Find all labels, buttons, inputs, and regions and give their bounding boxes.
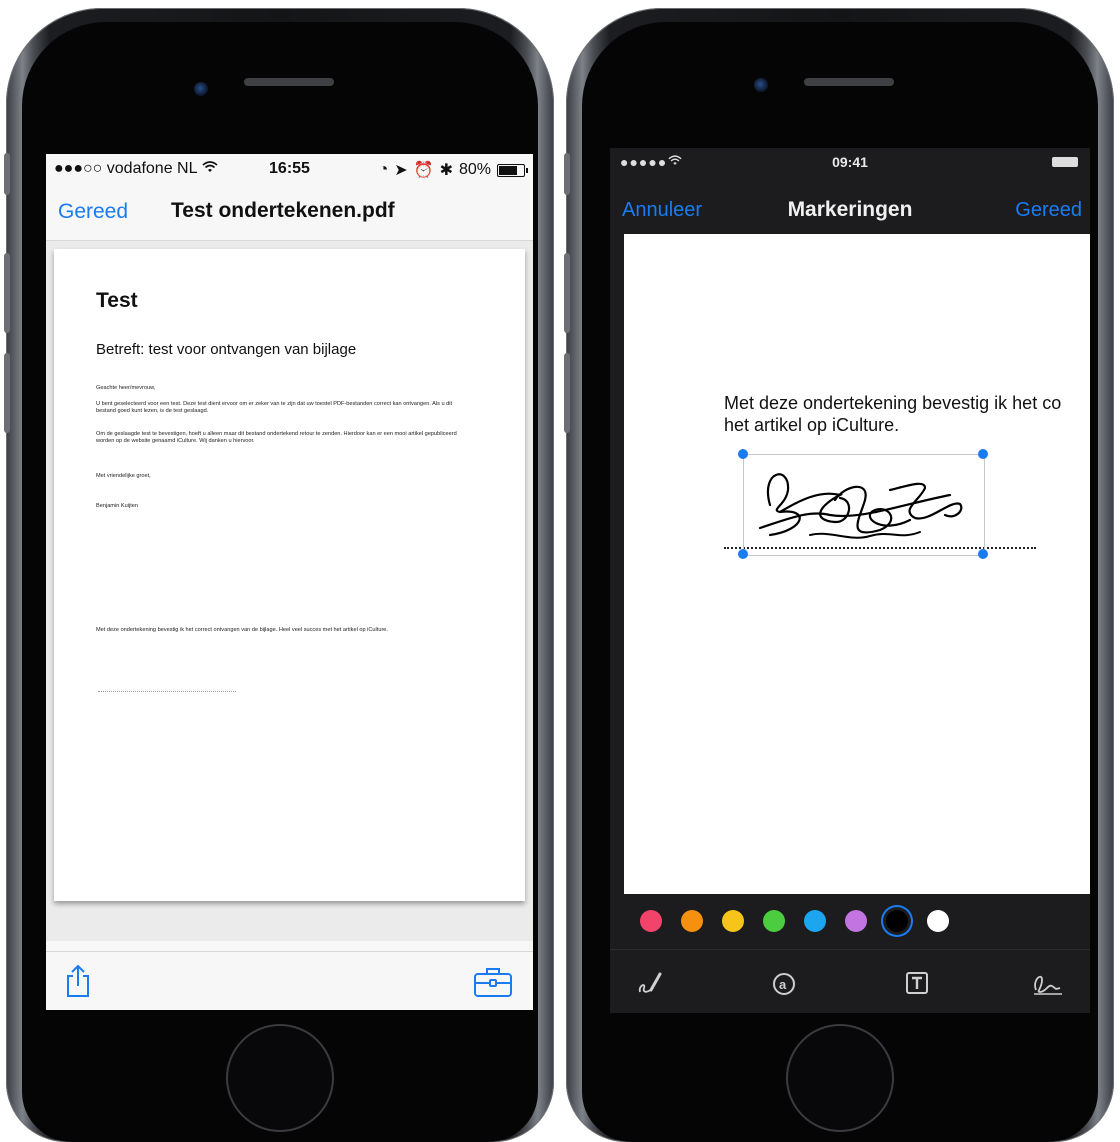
text-icon[interactable] — [904, 970, 930, 996]
mute-switch — [4, 153, 10, 195]
signature-icon[interactable] — [1030, 970, 1064, 996]
color-swatch-red[interactable] — [640, 910, 662, 932]
resize-handle-bottom-left[interactable] — [738, 549, 748, 559]
lock-rotation-icon: ◔ — [378, 161, 389, 178]
document-paragraph-2: Om de geslaagde test te bevestigen, hoef… — [96, 431, 457, 445]
screen-markup-editor: ●●●●● 09:41 Annuleer Markeringen Gereed … — [610, 148, 1090, 1013]
mute-switch — [564, 153, 570, 195]
bluetooth-icon: ✱ — [439, 162, 453, 179]
document-signer: Benjamin Kuijten — [96, 503, 138, 509]
volume-down-button — [564, 353, 570, 433]
status-bar: ●●●●● 09:41 — [610, 148, 1090, 176]
handwritten-signature — [758, 473, 963, 539]
markup-toolbar: a — [610, 949, 1090, 1013]
volume-down-button — [4, 353, 10, 433]
resize-handle-bottom-right[interactable] — [978, 549, 988, 559]
color-swatch-orange[interactable] — [681, 910, 703, 932]
front-camera — [754, 78, 768, 92]
briefcase-icon[interactable] — [473, 966, 513, 998]
status-time: 09:41 — [832, 154, 868, 170]
home-button[interactable] — [226, 1024, 334, 1132]
page-title: Test ondertekenen.pdf — [171, 199, 395, 222]
document-text: Met deze ondertekening bevestig ik het c… — [724, 392, 1061, 436]
navigation-bar: Annuleer Markeringen Gereed — [610, 176, 1090, 234]
share-icon[interactable] — [64, 964, 92, 998]
document-greeting: Geachte heer/mevrouw, — [96, 385, 156, 391]
document-preview: Met deze ondertekening bevestig ik het c… — [624, 234, 1090, 894]
status-right: ◔ ➤ ⏰ ✱ 80% — [378, 160, 528, 180]
svg-text:a: a — [779, 977, 787, 992]
color-palette — [610, 894, 1090, 949]
home-button[interactable] — [786, 1024, 894, 1132]
phone-right: ●●●●● 09:41 Annuleer Markeringen Gereed … — [564, 8, 1114, 1142]
done-button[interactable]: Gereed — [58, 200, 128, 224]
alarm-icon: ⏰ — [413, 162, 434, 179]
earpiece-speaker — [244, 78, 334, 86]
color-swatch-white[interactable] — [927, 910, 949, 932]
document-subject: Betreft: test voor ontvangen van bijlage — [96, 341, 357, 358]
battery-icon — [497, 163, 528, 177]
document-scroll-area[interactable]: Test Betreft: test voor ontvangen van bi… — [46, 241, 533, 941]
front-camera — [194, 82, 208, 96]
color-swatch-yellow[interactable] — [722, 910, 744, 932]
resize-handle-top-left[interactable] — [738, 449, 748, 459]
battery-percent: 80% — [458, 161, 491, 178]
signature-line — [98, 691, 236, 692]
navigation-bar: Gereed Test ondertekenen.pdf — [46, 184, 533, 241]
volume-up-button — [4, 253, 10, 333]
pdf-page: Test Betreft: test voor ontvangen van bi… — [54, 249, 525, 901]
location-icon: ➤ — [394, 162, 408, 179]
status-bar: ●●●○○ vodafone NL 16:55 ◔ ➤ ⏰ ✱ 80% — [46, 154, 533, 184]
document-text-line-2: het artikel op iCulture. — [724, 415, 900, 435]
done-button[interactable]: Gereed — [1015, 199, 1082, 222]
phone-left: ●●●○○ vodafone NL 16:55 ◔ ➤ ⏰ ✱ 80% Gere… — [4, 8, 554, 1142]
battery-icon — [1052, 157, 1078, 167]
document-paragraph-1: U bent geselecteerd voor een test. Deze … — [96, 401, 453, 415]
document-closing: Met vriendelijke groet, — [96, 473, 151, 479]
magnifier-icon[interactable]: a — [770, 970, 798, 998]
color-swatch-purple[interactable] — [845, 910, 867, 932]
earpiece-speaker — [804, 78, 894, 86]
document-text-line-1: Met deze ondertekening bevestig ik het c… — [724, 393, 1062, 413]
screen-pdf-viewer: ●●●○○ vodafone NL 16:55 ◔ ➤ ⏰ ✱ 80% Gere… — [46, 154, 533, 1010]
sketch-icon[interactable] — [636, 970, 664, 996]
bottom-toolbar — [46, 951, 533, 1010]
document-confirmation: Met deze ondertekening bevestig ik het c… — [96, 627, 388, 633]
color-swatch-green[interactable] — [763, 910, 785, 932]
resize-handle-top-right[interactable] — [978, 449, 988, 459]
document-title: Test — [96, 289, 138, 312]
color-swatch-black[interactable] — [886, 910, 908, 932]
volume-up-button — [564, 253, 570, 333]
markup-canvas[interactable]: Met deze ondertekening bevestig ik het c… — [610, 234, 1090, 894]
color-swatch-blue[interactable] — [804, 910, 826, 932]
